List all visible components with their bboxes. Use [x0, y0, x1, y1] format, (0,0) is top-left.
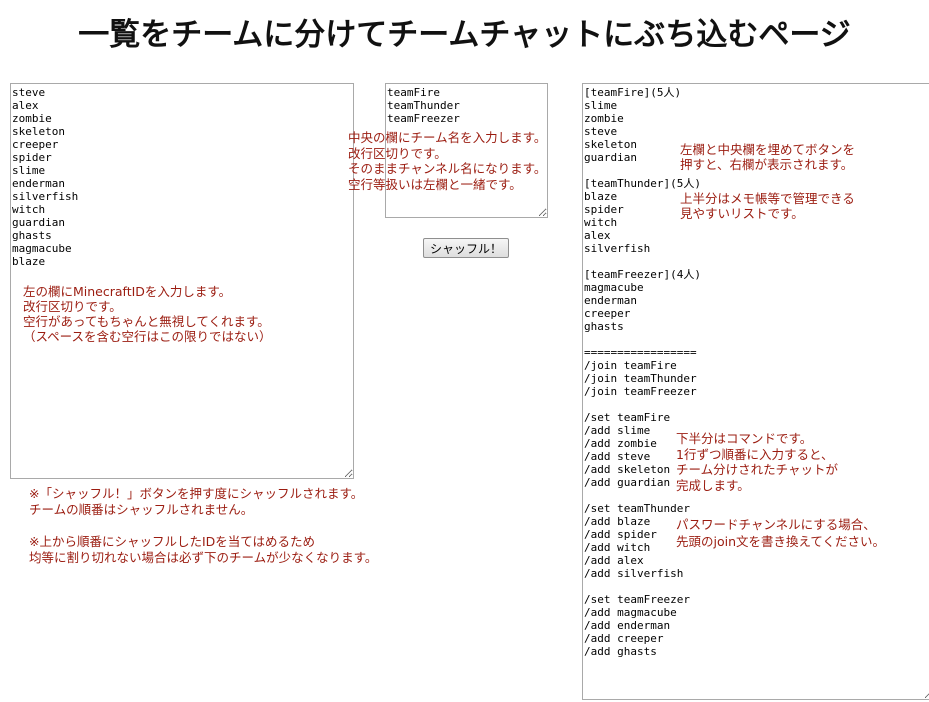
result-textarea[interactable]: [teamFire](5人) slime zombie steve skelet…: [582, 83, 929, 700]
minecraft-id-textarea[interactable]: steve alex zombie skeleton creeper spide…: [10, 83, 354, 479]
team-name-textarea[interactable]: teamFire teamThunder teamFreezer: [385, 83, 548, 218]
shuffle-info-note: ※「シャッフル！」ボタンを押す度にシャッフルされます。 チームの順番はシャッフル…: [29, 486, 378, 565]
page-title: 一覧をチームに分けてチームチャットにぶち込むページ: [78, 16, 851, 53]
shuffle-button[interactable]: シャッフル！: [423, 238, 509, 258]
